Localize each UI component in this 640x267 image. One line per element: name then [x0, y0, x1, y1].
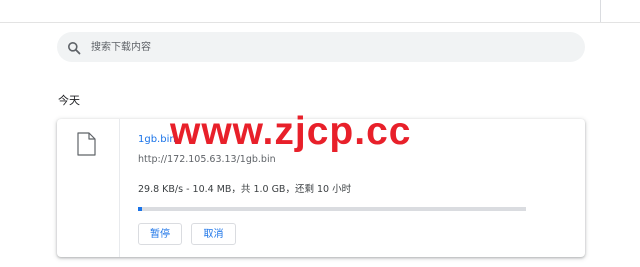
- pause-button[interactable]: 暂停: [138, 223, 182, 245]
- watermark-text: www.zjcp.cc: [170, 110, 412, 153]
- file-source-url: http://172.105.63.13/1gb.bin: [138, 154, 276, 165]
- cancel-button[interactable]: 取消: [191, 223, 236, 245]
- file-icon: [77, 132, 96, 156]
- download-status-text: 29.8 KB/s - 10.4 MB，共 1.0 GB，还剩 10 小时: [138, 184, 352, 195]
- search-icon: [67, 40, 81, 55]
- download-progress-bar: [138, 207, 526, 211]
- top-bar: [0, 0, 640, 23]
- search-box[interactable]: [57, 32, 585, 62]
- date-section-title: 今天: [58, 94, 80, 107]
- top-bar-divider: [600, 0, 601, 22]
- search-input[interactable]: [91, 32, 571, 62]
- download-progress-fill: [138, 207, 142, 211]
- card-divider: [119, 119, 120, 257]
